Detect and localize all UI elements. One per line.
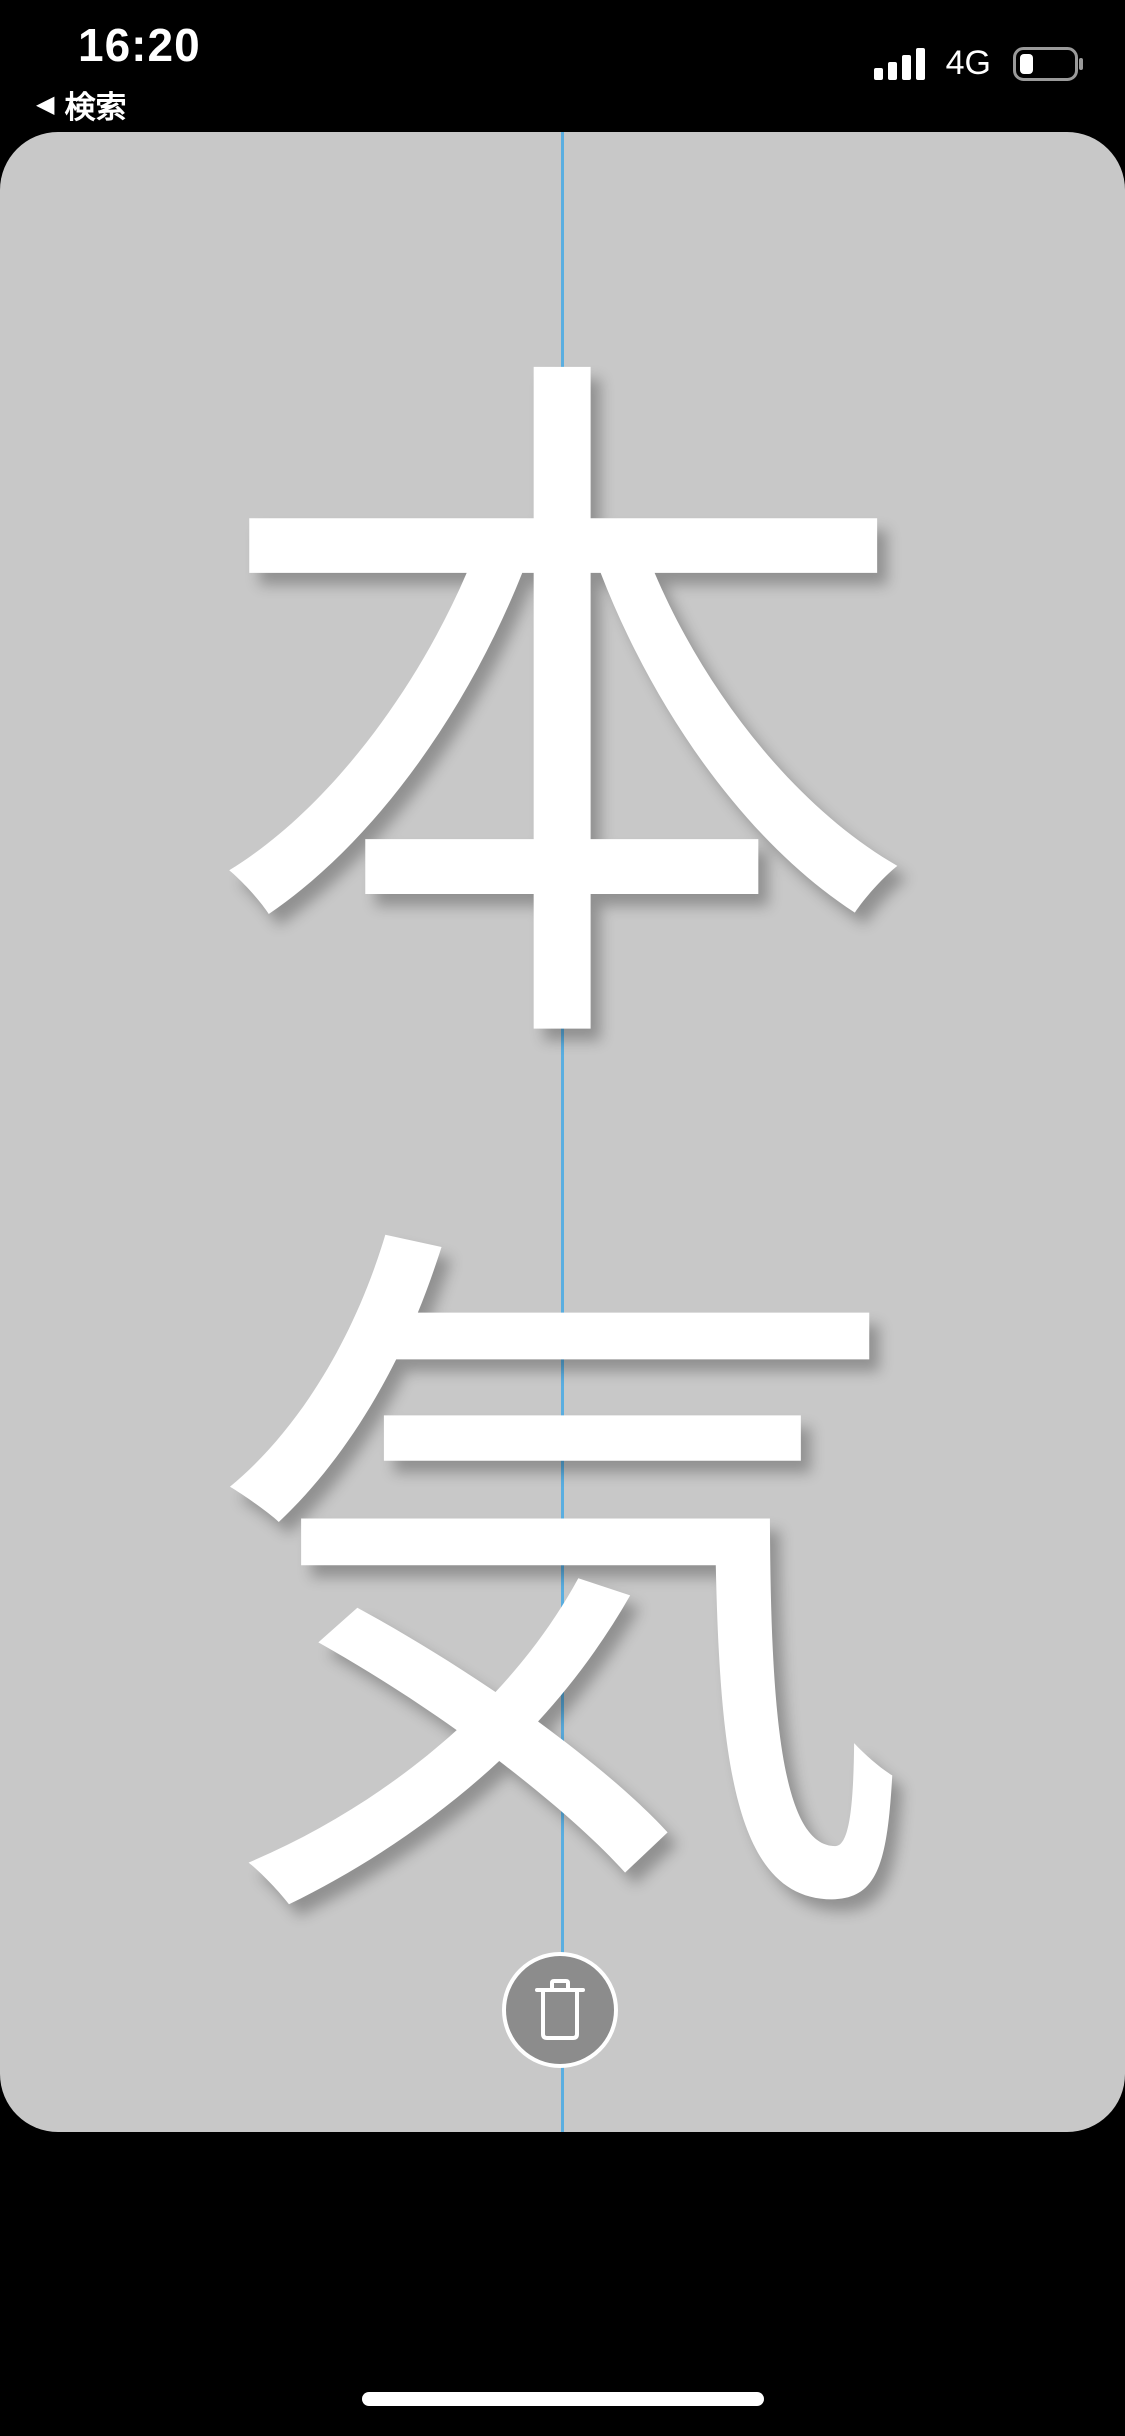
back-to-search-button[interactable]: ◀ 検索 (36, 82, 126, 127)
status-time: 16:20 (78, 19, 201, 71)
text-glyph[interactable]: 気 (0, 1232, 1125, 1952)
network-type: 4G (945, 44, 991, 82)
signal-icon (873, 47, 925, 80)
delete-button[interactable] (502, 1952, 618, 2068)
battery-icon (1013, 46, 1083, 81)
trash-icon (535, 1979, 585, 2040)
text-canvas[interactable]: 本 気 (0, 132, 1125, 2132)
back-arrow-icon: ◀ (36, 90, 55, 118)
home-indicator[interactable] (362, 2392, 764, 2406)
back-label: 検索 (64, 90, 127, 125)
text-glyph[interactable]: 本 (0, 362, 1125, 1082)
status-bar: 16:20 ◀ 検索 4G (0, 0, 1125, 130)
status-indicators: 4G (873, 44, 1085, 83)
